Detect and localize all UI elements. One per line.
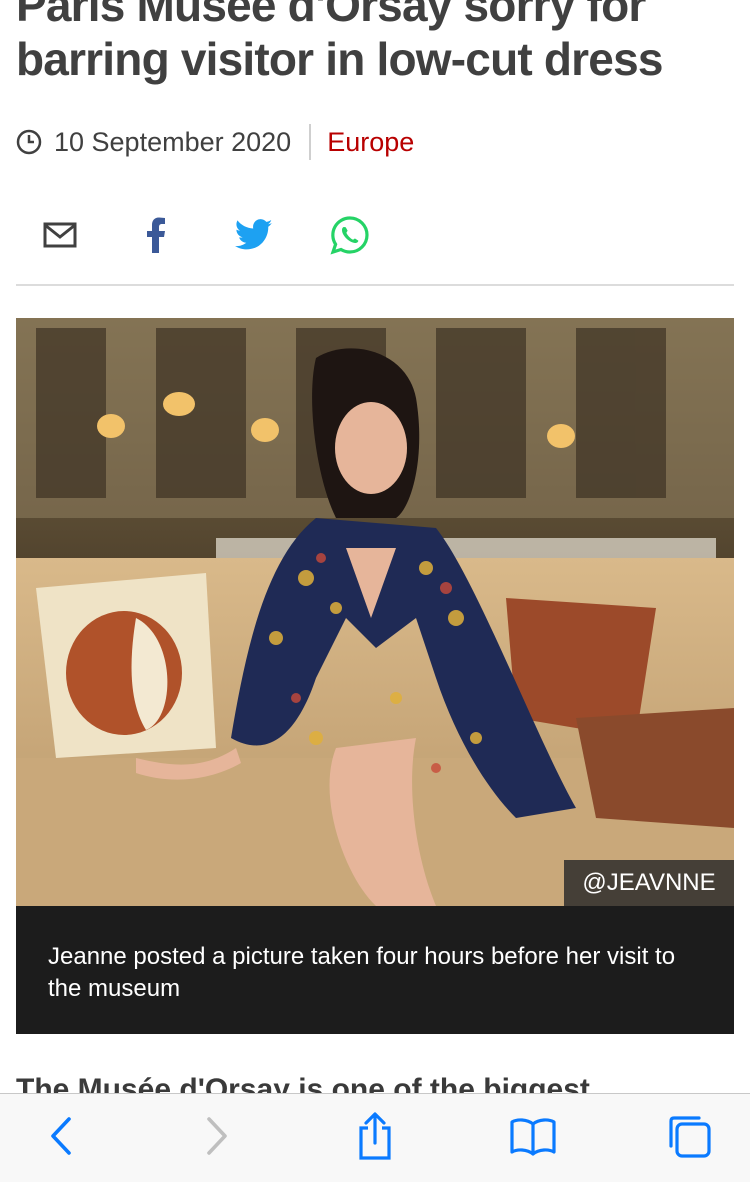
safari-toolbar bbox=[0, 1093, 750, 1182]
email-icon bbox=[43, 222, 77, 253]
share-whatsapp-button[interactable] bbox=[324, 214, 376, 260]
share-bar bbox=[16, 200, 734, 286]
back-icon bbox=[49, 1116, 73, 1161]
tabs-button[interactable] bbox=[664, 1114, 714, 1162]
back-button[interactable] bbox=[36, 1114, 86, 1162]
forward-button[interactable] bbox=[192, 1114, 242, 1162]
article-photo: @JEAVNNE bbox=[16, 318, 734, 906]
bookmarks-button[interactable] bbox=[508, 1114, 558, 1162]
share-facebook-button[interactable] bbox=[130, 214, 182, 260]
bookmarks-icon bbox=[509, 1116, 557, 1161]
share-icon bbox=[355, 1111, 395, 1165]
article-meta: 10 September 2020 Europe bbox=[16, 122, 414, 162]
share-page-button[interactable] bbox=[350, 1111, 400, 1165]
tabs-icon bbox=[665, 1112, 713, 1165]
meta-divider bbox=[309, 124, 312, 160]
twitter-icon bbox=[234, 218, 273, 256]
share-email-button[interactable] bbox=[34, 214, 86, 260]
forward-icon bbox=[205, 1116, 229, 1161]
photo-credit: @JEAVNNE bbox=[564, 860, 734, 906]
publish-date: 10 September 2020 bbox=[54, 126, 292, 157]
facebook-icon bbox=[145, 217, 167, 258]
clock-icon bbox=[16, 129, 42, 155]
section-link[interactable]: Europe bbox=[327, 127, 414, 158]
whatsapp-icon bbox=[330, 215, 370, 260]
share-twitter-button[interactable] bbox=[228, 214, 280, 260]
article-headline: Paris Musée d'Orsay sorry for barring vi… bbox=[16, 0, 663, 85]
photo-caption: Jeanne posted a picture taken four hours… bbox=[16, 906, 734, 1034]
